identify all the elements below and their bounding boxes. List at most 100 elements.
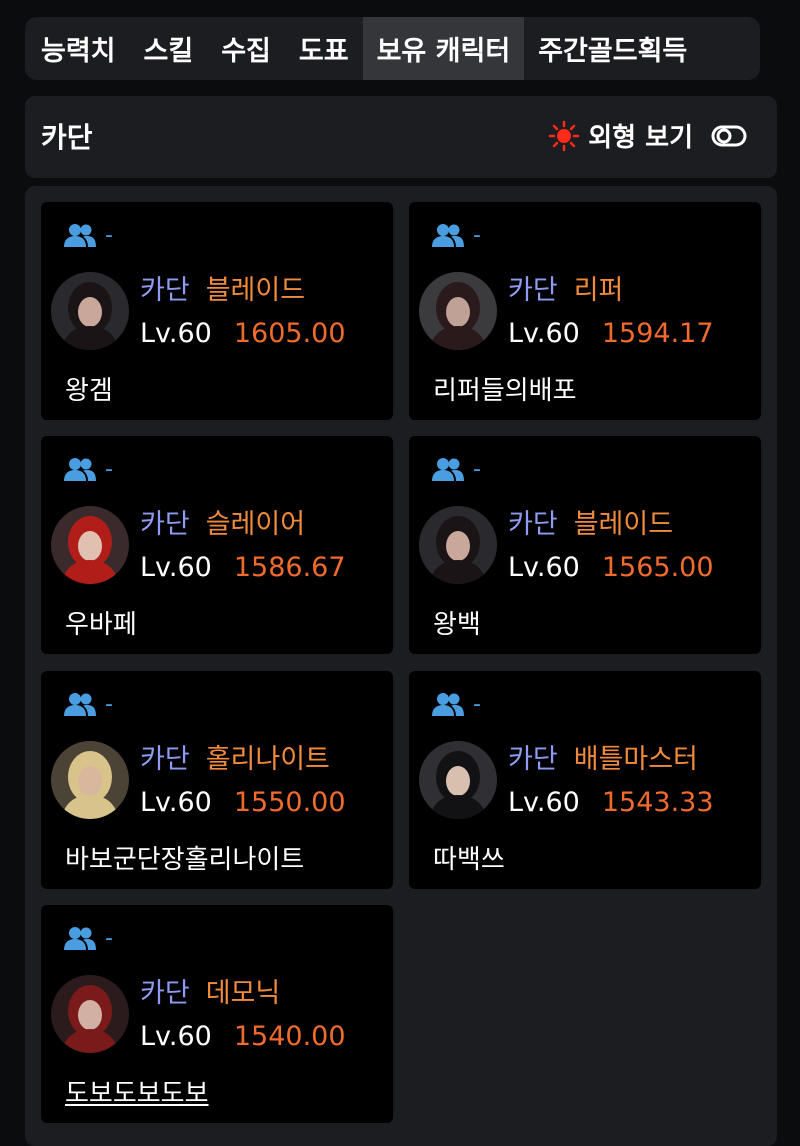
character-level: Lv.60 <box>508 552 580 583</box>
character-name[interactable]: 도보도보도보 <box>65 1073 209 1110</box>
character-card[interactable]: - 카단 리퍼 Lv.60 1594.17 리퍼들의배포 <box>409 202 761 420</box>
users-icon <box>432 458 464 481</box>
character-level: Lv.60 <box>140 552 212 583</box>
character-name[interactable]: 바보군단장홀리나이트 <box>65 839 304 876</box>
class-line: 카단 슬레이어 <box>140 502 305 541</box>
level-line: Lv.60 1565.00 <box>508 552 714 583</box>
users-icon <box>432 693 464 716</box>
class-name: 데모닉 <box>205 978 281 1009</box>
class-name: 슬레이어 <box>205 509 306 540</box>
battlemaster-portrait <box>419 741 497 819</box>
character-card[interactable]: - 카단 배틀마스터 Lv.60 1543.33 따백쓰 <box>409 671 761 889</box>
server-name: 카단 <box>508 509 558 540</box>
character-avatar <box>419 741 497 819</box>
character-card[interactable]: - 카단 데모닉 Lv.60 1540.00 도보도보도보 <box>41 905 393 1123</box>
demonic-portrait <box>51 975 129 1053</box>
party-label: - <box>473 222 481 248</box>
character-avatar <box>419 272 497 350</box>
party-indicator: - <box>431 456 481 482</box>
server-header: 카단 외형 보기 <box>25 96 777 178</box>
server-name: 카단 <box>140 744 190 775</box>
class-line: 카단 배틀마스터 <box>508 737 698 776</box>
level-line: Lv.60 1540.00 <box>140 1021 346 1052</box>
users-icon <box>64 927 96 950</box>
party-label: - <box>105 925 113 951</box>
character-level: Lv.60 <box>140 318 212 349</box>
appearance-label: 외형 보기 <box>588 123 693 153</box>
item-level: 1550.00 <box>233 787 346 818</box>
appearance-toggle[interactable]: 외형 보기 <box>548 117 747 154</box>
party-label: - <box>473 691 481 717</box>
class-name: 배틀마스터 <box>573 744 698 775</box>
users-icon <box>64 458 96 481</box>
party-indicator: - <box>63 925 113 951</box>
character-card[interactable]: - 카단 슬레이어 Lv.60 1586.67 우바페 <box>41 436 393 654</box>
tab-bar: 능력치 스킬 수집 도표 보유 캐릭터 주간골드획득 <box>25 17 760 80</box>
item-level: 1594.17 <box>601 318 714 349</box>
class-name: 블레이드 <box>573 509 674 540</box>
class-name: 리퍼 <box>573 275 624 306</box>
character-name[interactable]: 왕겜 <box>65 370 113 407</box>
party-indicator: - <box>431 691 481 717</box>
class-line: 카단 리퍼 <box>508 268 623 307</box>
server-name: 카단 <box>140 275 190 306</box>
users-icon <box>64 224 96 247</box>
party-indicator: - <box>63 222 113 248</box>
sun-icon <box>549 120 580 151</box>
level-line: Lv.60 1543.33 <box>508 787 714 818</box>
server-name: 카단 <box>140 978 190 1009</box>
party-indicator: - <box>63 691 113 717</box>
item-level: 1540.00 <box>233 1021 346 1052</box>
character-panel: - 카단 블레이드 Lv.60 1605.00 왕겜 - 카단 리퍼 Lv.60 159… <box>25 186 777 1146</box>
party-label: - <box>105 691 113 717</box>
level-line: Lv.60 1594.17 <box>508 318 714 349</box>
character-card[interactable]: - 카단 홀리나이트 Lv.60 1550.00 바보군단장홀리나이트 <box>41 671 393 889</box>
class-line: 카단 블레이드 <box>140 268 305 307</box>
character-level: Lv.60 <box>140 1021 212 1052</box>
class-line: 카단 블레이드 <box>508 502 673 541</box>
item-level: 1605.00 <box>233 318 346 349</box>
item-level: 1565.00 <box>601 552 714 583</box>
tab-weekly-gold[interactable]: 주간골드획득 <box>524 17 701 80</box>
party-indicator: - <box>431 222 481 248</box>
reaper-portrait <box>419 272 497 350</box>
character-avatar <box>51 272 129 350</box>
party-label: - <box>473 456 481 482</box>
blade-portrait <box>51 272 129 350</box>
character-avatar <box>51 506 129 584</box>
character-level: Lv.60 <box>508 787 580 818</box>
class-name: 블레이드 <box>205 275 306 306</box>
users-icon <box>64 693 96 716</box>
server-name: 카단 <box>508 744 558 775</box>
toggle-icon[interactable] <box>711 125 747 147</box>
tab-charts[interactable]: 도표 <box>285 17 363 80</box>
slayer-portrait <box>51 506 129 584</box>
server-name: 카단 <box>508 275 558 306</box>
class-line: 카단 홀리나이트 <box>140 737 330 776</box>
character-avatar <box>51 741 129 819</box>
character-name[interactable]: 왕백 <box>433 604 481 641</box>
character-avatar <box>51 975 129 1053</box>
character-card[interactable]: - 카단 블레이드 Lv.60 1605.00 왕겜 <box>41 202 393 420</box>
tab-collection[interactable]: 수집 <box>207 17 285 80</box>
item-level: 1586.67 <box>233 552 346 583</box>
item-level: 1543.33 <box>601 787 714 818</box>
character-avatar <box>419 506 497 584</box>
class-name: 홀리나이트 <box>205 744 330 775</box>
server-name: 카단 <box>140 509 190 540</box>
character-name[interactable]: 우바페 <box>65 604 137 641</box>
character-name[interactable]: 리퍼들의배포 <box>433 370 577 407</box>
tab-stats[interactable]: 능력치 <box>25 17 130 80</box>
tab-owned-characters[interactable]: 보유 캐릭터 <box>362 17 525 80</box>
level-line: Lv.60 1605.00 <box>140 318 346 349</box>
party-label: - <box>105 222 113 248</box>
party-indicator: - <box>63 456 113 482</box>
blade-portrait <box>419 506 497 584</box>
character-card[interactable]: - 카단 블레이드 Lv.60 1565.00 왕백 <box>409 436 761 654</box>
class-line: 카단 데모닉 <box>140 971 280 1010</box>
tab-skills[interactable]: 스킬 <box>130 17 208 80</box>
character-level: Lv.60 <box>140 787 212 818</box>
character-level: Lv.60 <box>508 318 580 349</box>
level-line: Lv.60 1550.00 <box>140 787 346 818</box>
character-name[interactable]: 따백쓰 <box>433 839 505 876</box>
